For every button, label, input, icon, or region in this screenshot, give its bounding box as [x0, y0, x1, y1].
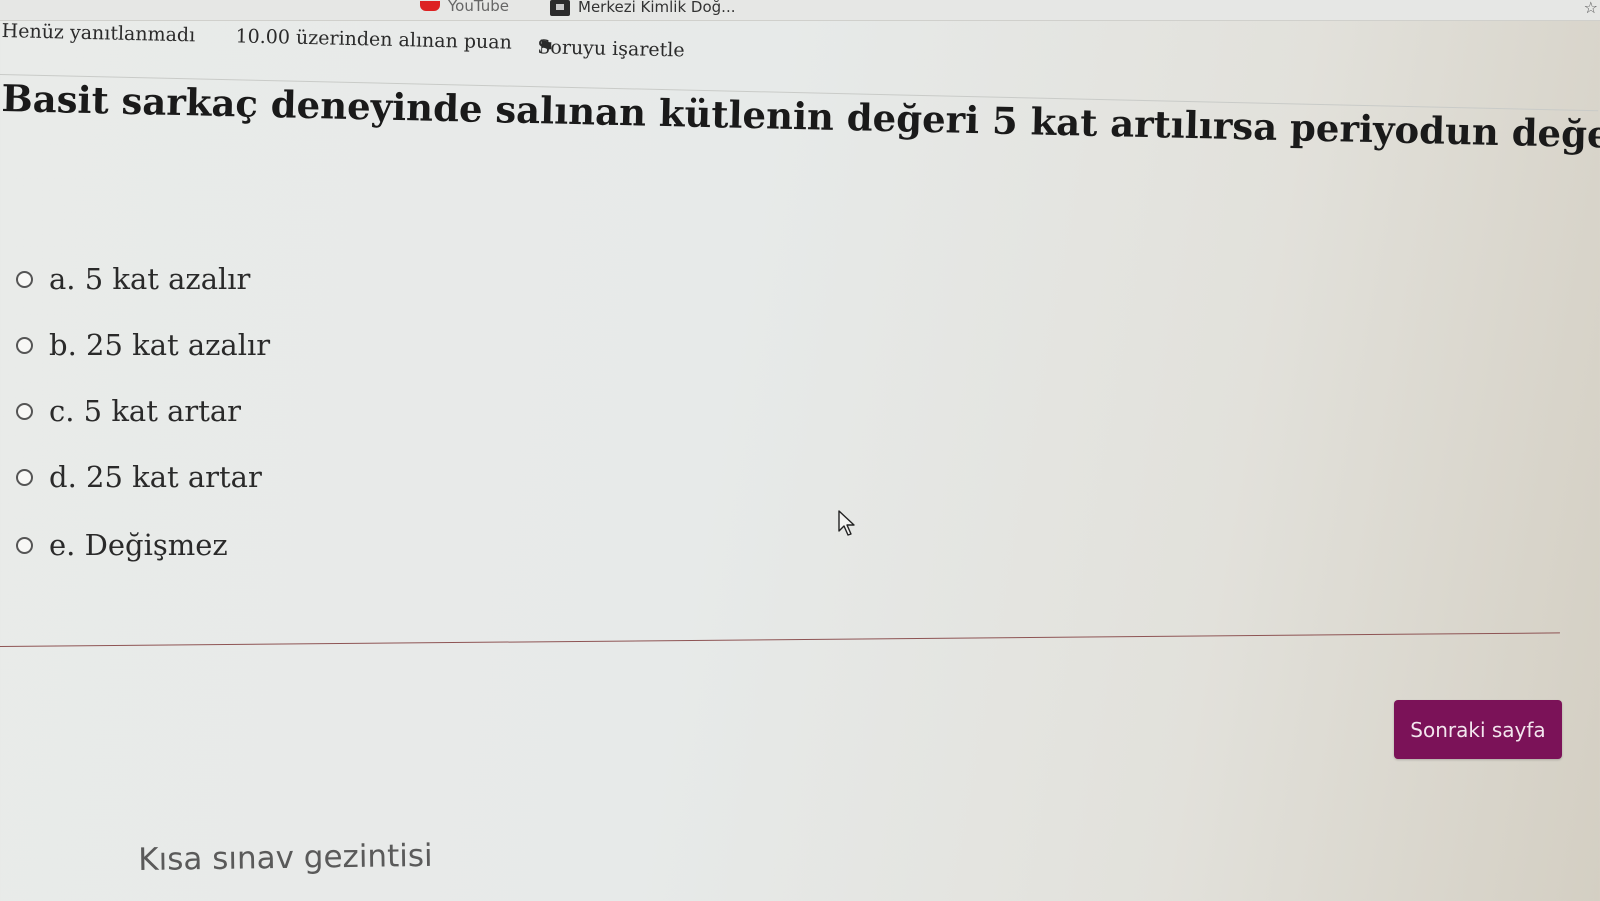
question-state: Henüz yanıtlanmadı [1, 20, 196, 47]
radio-button[interactable] [16, 468, 33, 486]
radio-button[interactable] [16, 336, 33, 354]
section-divider [0, 632, 1560, 647]
site-favicon-icon [550, 0, 570, 16]
answer-option-e[interactable]: e. Değişmez [16, 528, 228, 562]
answer-option-c[interactable]: c. 5 kat artar [16, 394, 241, 428]
answer-option-b[interactable]: b. 25 kat azalır [16, 328, 270, 362]
bookmark-label: YouTube [448, 0, 509, 15]
bookmark-merkezi-kimlik[interactable]: Merkezi Kimlik Doğ... [550, 0, 736, 20]
quiz-navigation-heading: Kısa sınav gezintisi [138, 837, 433, 878]
youtube-icon [420, 1, 440, 11]
star-icon[interactable]: ☆ [1584, 0, 1598, 17]
answer-option-a[interactable]: a. 5 kat azalır [16, 262, 250, 296]
radio-button[interactable] [16, 536, 33, 554]
answer-option-d[interactable]: d. 25 kat artar [16, 460, 262, 494]
next-page-button[interactable]: Sonraki sayfa [1394, 700, 1562, 759]
radio-button[interactable] [16, 402, 33, 420]
flag-question-label: Soruyu işaretle [537, 36, 685, 62]
answer-label: e. Değişmez [49, 528, 228, 562]
question-grade: 10.00 üzerinden alınan puan [235, 25, 513, 54]
radio-button[interactable] [16, 270, 33, 288]
answer-label: d. 25 kat artar [49, 460, 262, 494]
answer-label: a. 5 kat azalır [49, 262, 251, 296]
answer-label: b. 25 kat azalır [49, 328, 271, 362]
answer-label: c. 5 kat artar [49, 394, 242, 428]
bookmark-label: Merkezi Kimlik Doğ... [578, 0, 736, 16]
bookmark-youtube[interactable]: YouTube [420, 0, 509, 20]
bookmarks-bar: YouTube Merkezi Kimlik Doğ... ☆ [0, 0, 1600, 21]
mouse-cursor-icon [838, 510, 855, 536]
